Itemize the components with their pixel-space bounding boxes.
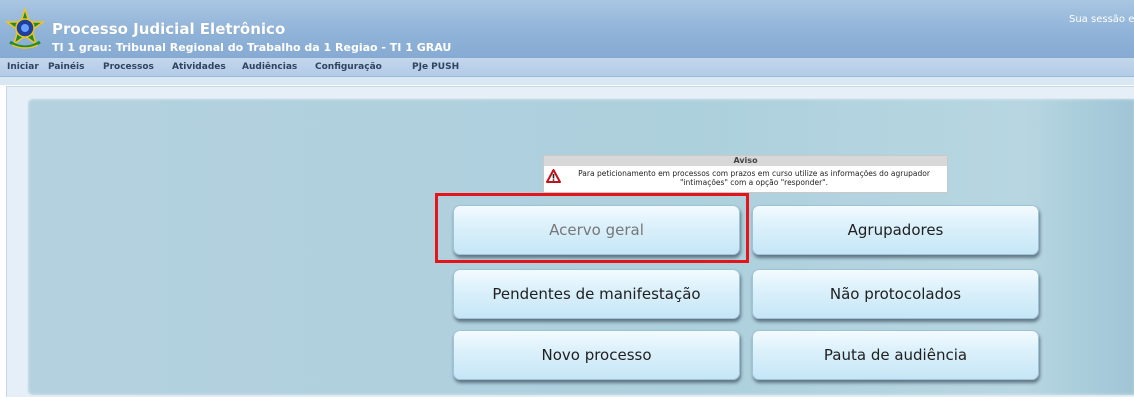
menu-item-audiencias[interactable]: Audiências (242, 62, 297, 72)
main-menu: Iniciar Painéis Processos Atividades Aud… (0, 58, 1134, 77)
session-info: Sua sessão e (1069, 14, 1134, 25)
menu-item-configuracao[interactable]: Configuração (315, 62, 382, 72)
menu-item-pje-push[interactable]: PJe PUSH (412, 62, 459, 72)
app-title: Processo Judicial Eletrônico (52, 20, 286, 38)
brazil-coat-of-arms-icon (4, 8, 46, 49)
agrupadores-button[interactable]: Agrupadores (752, 205, 1039, 255)
novo-processo-button[interactable]: Novo processo (453, 330, 740, 380)
app-header: Processo Judicial Eletrônico TI 1 grau: … (0, 0, 1134, 59)
nao-protocolados-button[interactable]: Não protocolados (752, 269, 1039, 319)
menu-item-iniciar[interactable]: Iniciar (7, 62, 39, 72)
menu-item-paineis[interactable]: Painéis (48, 62, 84, 72)
page-bottom (0, 397, 1134, 403)
notice-message: Para peticionamento em processos com pra… (566, 169, 942, 187)
notice-line-2: "intimações" com a opção "responder". (680, 178, 828, 187)
notice-box: Aviso Para peticionamento em processos c… (543, 155, 948, 193)
menu-item-processos[interactable]: Processos (103, 62, 154, 72)
warning-triangle-icon (546, 169, 561, 183)
app-subtitle: TI 1 grau: Tribunal Regional do Trabalho… (52, 41, 452, 54)
pendentes-manifestacao-button[interactable]: Pendentes de manifestação (453, 269, 740, 319)
notice-title: Aviso (544, 156, 947, 166)
notice-line-1: Para peticionamento em processos com pra… (578, 169, 930, 178)
menu-divider-strip (0, 77, 1134, 85)
menu-item-atividades[interactable]: Atividades (172, 62, 226, 72)
pauta-audiencia-button[interactable]: Pauta de audiência (752, 330, 1039, 380)
highlight-box (435, 193, 749, 263)
